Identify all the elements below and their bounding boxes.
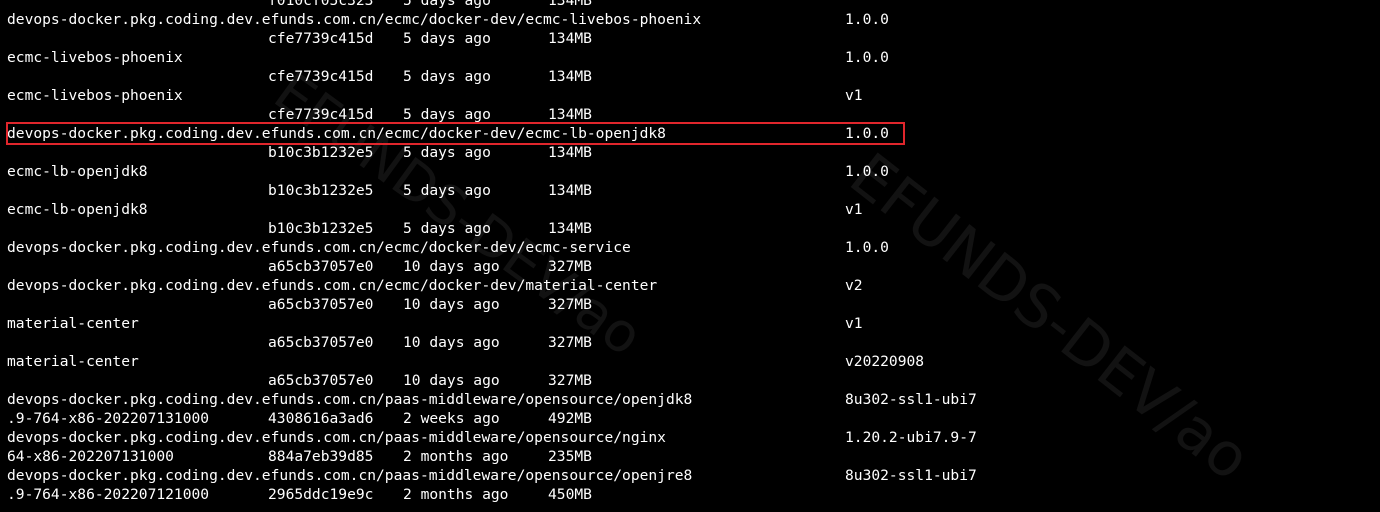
image-id-text: 2965ddc19e9c [268, 486, 374, 503]
created-text: 10 days ago [403, 296, 500, 313]
created-text: 2 months ago [403, 486, 509, 503]
repository-text: devops-docker.pkg.coding.dev.efunds.com.… [7, 429, 666, 446]
image-id-text: a65cb37057e0 [268, 258, 374, 275]
size-text: 134MB [548, 0, 592, 9]
repository-text: devops-docker.pkg.coding.dev.efunds.com.… [7, 11, 702, 28]
image-id-text: a65cb37057e0 [268, 334, 374, 351]
created-text: 10 days ago [403, 258, 500, 275]
repository-text: ecmc-lb-openjdk8 [7, 201, 148, 218]
repository-text: devops-docker.pkg.coding.dev.efunds.com.… [7, 239, 631, 256]
size-text: 134MB [548, 30, 592, 47]
image-id-text: a65cb37057e0 [268, 372, 374, 389]
image-id-text: cfe7739c415d [268, 30, 374, 47]
size-text: 134MB [548, 182, 592, 199]
terminal-line: a65cb37057e0 10 days ago 327MB [0, 333, 1380, 352]
created-text: 5 days ago [403, 0, 491, 9]
image-id-text: a65cb37057e0 [268, 296, 374, 313]
repository-text: ecmc-livebos-phoenix [7, 87, 183, 104]
tag-text: 1.0.0 [845, 163, 889, 180]
size-text: 327MB [548, 258, 592, 275]
highlight-box [6, 122, 905, 145]
repository-text: .9-764-x86-202207121000 [7, 486, 210, 503]
repository-text: 64-x86-202207131000 [7, 448, 174, 465]
terminal-line: material-center v20220908 [0, 352, 1380, 371]
repository-text: devops-docker.pkg.coding.dev.efunds.com.… [7, 277, 658, 294]
terminal-line: b10c3b1232e5 5 days ago 134MB [0, 219, 1380, 238]
terminal-line: .9-764-x86-202207131000 4308616a3ad6 2 wee… [0, 409, 1380, 428]
tag-text: 8u302-ssl1-ubi7 [845, 391, 977, 408]
repository-text: devops-docker.pkg.coding.dev.efunds.com.… [7, 467, 693, 484]
size-text: 134MB [548, 220, 592, 237]
image-id-text: b10c3b1232e5 [268, 220, 374, 237]
created-text: 10 days ago [403, 372, 500, 389]
size-text: 327MB [548, 296, 592, 313]
repository-text: material-center [7, 353, 139, 370]
image-id-text: b10c3b1232e5 [268, 144, 374, 161]
image-id-text: cfe7739c415d [268, 68, 374, 85]
terminal-line: b10c3b1232e5 5 days ago 134MB [0, 143, 1380, 162]
terminal-window[interactable]: EFUNDS-DEV/ao EFUNDS-DEV/ao f010cf05c323… [0, 0, 1380, 512]
created-text: 5 days ago [403, 144, 491, 161]
terminal-line: cfe7739c415d 5 days ago 134MB [0, 29, 1380, 48]
tag-text: 1.20.2-ubi7.9-7 [845, 429, 977, 446]
terminal-line: material-center v1 [0, 314, 1380, 333]
size-text: 492MB [548, 410, 592, 427]
terminal-line: devops-docker.pkg.coding.dev.efunds.com.… [0, 10, 1380, 29]
repository-text: ecmc-livebos-phoenix [7, 49, 183, 66]
terminal-line: f010cf05c323 5 days ago 134MB [0, 0, 1380, 10]
tag-text: v1 [845, 315, 863, 332]
terminal-line: cfe7739c415d 5 days ago 134MB [0, 67, 1380, 86]
tag-text: 1.0.0 [845, 11, 889, 28]
image-id-text: b10c3b1232e5 [268, 182, 374, 199]
size-text: 327MB [548, 372, 592, 389]
tag-text: 1.0.0 [845, 239, 889, 256]
created-text: 5 days ago [403, 220, 491, 237]
image-id-text: 884a7eb39d85 [268, 448, 374, 465]
terminal-line: b10c3b1232e5 5 days ago 134MB [0, 181, 1380, 200]
tag-text: 8u302-ssl1-ubi7 [845, 467, 977, 484]
size-text: 134MB [548, 68, 592, 85]
repository-text: .9-764-x86-202207131000 [7, 410, 210, 427]
terminal-line: devops-docker.pkg.coding.dev.efunds.com.… [0, 238, 1380, 257]
image-id-text: 4308616a3ad6 [268, 410, 374, 427]
size-text: 134MB [548, 144, 592, 161]
terminal-line: ecmc-livebos-phoenix 1.0.0 [0, 48, 1380, 67]
tag-text: v20220908 [845, 353, 925, 370]
size-text: 235MB [548, 448, 592, 465]
terminal-line: .9-764-x86-202207121000 2965ddc19e9c 2 mon… [0, 485, 1380, 504]
repository-text: devops-docker.pkg.coding.dev.efunds.com.… [7, 391, 693, 408]
repository-text: ecmc-lb-openjdk8 [7, 163, 148, 180]
terminal-line: a65cb37057e0 10 days ago 327MB [0, 295, 1380, 314]
size-text: 450MB [548, 486, 592, 503]
created-text: 2 months ago [403, 448, 509, 465]
terminal-line: ecmc-lb-openjdk8 1.0.0 [0, 162, 1380, 181]
created-text: 10 days ago [403, 334, 500, 351]
terminal-line: devops-docker.pkg.coding.dev.efunds.com.… [0, 466, 1380, 485]
terminal-line: devops-docker.pkg.coding.dev.efunds.com.… [0, 276, 1380, 295]
image-id-text: f010cf05c323 [268, 0, 374, 9]
terminal-line: a65cb37057e0 10 days ago 327MB [0, 257, 1380, 276]
terminal-line: ecmc-lb-openjdk8 v1 [0, 200, 1380, 219]
terminal-line: devops-docker.pkg.coding.dev.efunds.com.… [0, 428, 1380, 447]
terminal-line: devops-docker.pkg.coding.dev.efunds.com.… [0, 390, 1380, 409]
created-text: 5 days ago [403, 68, 491, 85]
size-text: 327MB [548, 334, 592, 351]
tag-text: 1.0.0 [845, 49, 889, 66]
terminal-line: 64-x86-202207131000 884a7eb39d85 2 months … [0, 447, 1380, 466]
terminal-line: ecmc-livebos-phoenix v1 [0, 86, 1380, 105]
created-text: 2 weeks ago [403, 410, 500, 427]
tag-text: v2 [845, 277, 863, 294]
repository-text: material-center [7, 315, 139, 332]
tag-text: v1 [845, 87, 863, 104]
created-text: 5 days ago [403, 182, 491, 199]
terminal-line: a65cb37057e0 10 days ago 327MB [0, 371, 1380, 390]
tag-text: v1 [845, 201, 863, 218]
created-text: 5 days ago [403, 30, 491, 47]
